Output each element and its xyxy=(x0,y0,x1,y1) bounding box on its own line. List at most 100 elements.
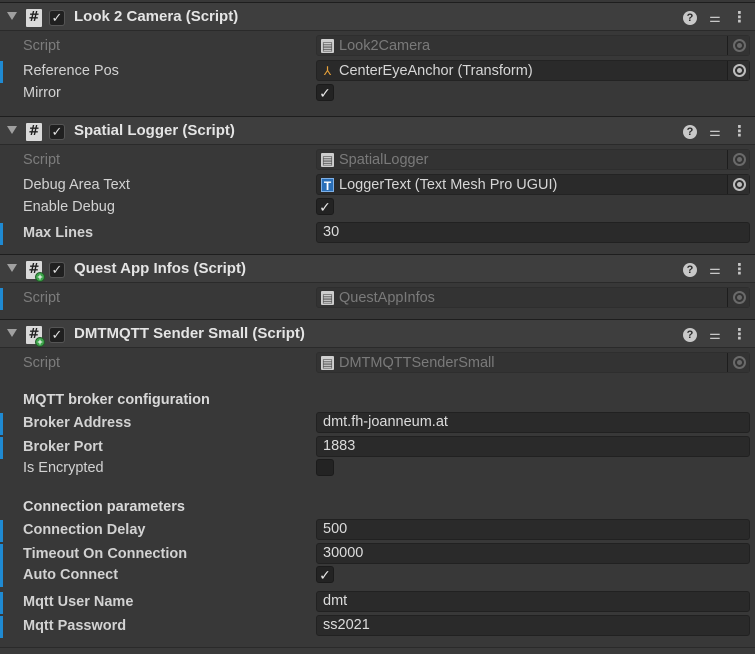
field-label: Reference Pos xyxy=(23,63,119,79)
script-icon: # xyxy=(26,123,42,141)
field-label: Broker Port xyxy=(23,439,103,455)
csharp-script-icon: ▤ xyxy=(321,291,334,305)
timeout-on-connection-input[interactable]: 30000 xyxy=(316,543,750,564)
field-row-enable-debug: Enable Debug ✓ xyxy=(0,196,755,218)
next-component-edge xyxy=(0,647,755,654)
csharp-script-icon: ▤ xyxy=(321,356,334,370)
modified-indicator xyxy=(0,544,3,566)
debug-area-text-field[interactable]: T LoggerText (Text Mesh Pro UGUI) xyxy=(316,174,750,195)
object-picker-icon[interactable] xyxy=(727,353,749,372)
mqtt-user-name-input[interactable]: dmt xyxy=(316,591,750,612)
component-title: DMTMQTT Sender Small (Script) xyxy=(74,325,305,342)
field-row-connection-delay: Connection Delay 500 xyxy=(0,519,755,542)
component-header-spatial-logger[interactable]: # ✓ Spatial Logger (Script) ? ⚌ ⋮ xyxy=(0,116,755,145)
object-picker-icon[interactable] xyxy=(727,288,749,307)
component-enabled-checkbox[interactable]: ✓ xyxy=(49,10,65,26)
foldout-arrow-icon[interactable] xyxy=(7,329,17,337)
field-row-max-lines: Max Lines 30 xyxy=(0,222,755,245)
mirror-checkbox[interactable]: ✓ xyxy=(316,84,334,101)
modified-indicator xyxy=(0,592,3,614)
object-picker-icon[interactable] xyxy=(727,36,749,55)
broker-address-input[interactable]: dmt.fh-joanneum.at xyxy=(316,412,750,433)
field-row-debug-area-text: Debug Area Text T LoggerText (Text Mesh … xyxy=(0,174,755,196)
field-label: Enable Debug xyxy=(23,199,115,215)
connection-delay-input[interactable]: 500 xyxy=(316,519,750,540)
field-row-auto-connect: Auto Connect ✓ xyxy=(0,564,755,587)
component-header-look2camera[interactable]: # ✓ Look 2 Camera (Script) ? ⚌ ⋮ xyxy=(0,2,755,31)
component-title: Spatial Logger (Script) xyxy=(74,122,235,139)
is-encrypted-checkbox[interactable] xyxy=(316,459,334,476)
modified-indicator xyxy=(0,565,3,587)
script-field[interactable]: ▤ QuestAppInfos xyxy=(316,287,750,308)
reference-pos-field[interactable]: ⅄ CenterEyeAnchor (Transform) xyxy=(316,60,750,81)
text-mesh-pro-icon: T xyxy=(321,178,334,193)
auto-connect-checkbox[interactable]: ✓ xyxy=(316,566,334,583)
modified-indicator xyxy=(0,437,3,459)
script-field[interactable]: ▤ SpatialLogger xyxy=(316,149,750,170)
preset-icon[interactable]: ⚌ xyxy=(708,125,722,139)
field-label: Broker Address xyxy=(23,415,132,431)
menu-icon[interactable]: ⋮ xyxy=(732,10,747,25)
foldout-arrow-icon[interactable] xyxy=(7,126,17,134)
modified-indicator xyxy=(0,616,3,638)
field-label: Mirror xyxy=(23,85,61,101)
field-label: Mqtt Password xyxy=(23,618,127,634)
help-icon[interactable]: ? xyxy=(683,328,697,342)
object-picker-icon[interactable] xyxy=(727,150,749,169)
csharp-script-icon: ▤ xyxy=(321,153,334,167)
foldout-arrow-icon[interactable] xyxy=(7,264,17,272)
field-row-timeout-on-connection: Timeout On Connection 30000 xyxy=(0,543,755,566)
component-title: Look 2 Camera (Script) xyxy=(74,8,239,25)
field-row-mqtt-user-name: Mqtt User Name dmt xyxy=(0,591,755,614)
field-row-mirror: Mirror ✓ xyxy=(0,82,755,104)
section-header-broker: MQTT broker configuration xyxy=(23,392,210,408)
field-label: Auto Connect xyxy=(23,567,119,583)
component-header-dmtmqtt-sender[interactable]: # + ✓ DMTMQTT Sender Small (Script) ? ⚌ ⋮ xyxy=(0,319,755,348)
help-icon[interactable]: ? xyxy=(683,11,697,25)
object-picker-icon[interactable] xyxy=(727,175,749,194)
script-label: Script xyxy=(23,355,61,371)
modified-indicator xyxy=(0,223,3,245)
field-label: Max Lines xyxy=(23,225,94,241)
max-lines-input[interactable]: 30 xyxy=(316,222,750,243)
script-row: Script ▤ Look2Camera xyxy=(0,35,755,57)
component-enabled-checkbox[interactable]: ✓ xyxy=(49,262,65,278)
menu-icon[interactable]: ⋮ xyxy=(732,262,747,277)
script-icon: # + xyxy=(26,326,45,347)
script-label: Script xyxy=(23,38,61,54)
menu-icon[interactable]: ⋮ xyxy=(732,327,747,342)
field-label: Is Encrypted xyxy=(23,460,104,476)
csharp-script-icon: ▤ xyxy=(321,39,334,53)
field-label: Connection Delay xyxy=(23,522,146,538)
field-row-is-encrypted: Is Encrypted xyxy=(0,457,755,479)
broker-port-input[interactable]: 1883 xyxy=(316,436,750,457)
mqtt-password-input[interactable]: ss2021 xyxy=(316,615,750,636)
help-icon[interactable]: ? xyxy=(683,263,697,277)
script-label: Script xyxy=(23,290,61,306)
modified-indicator xyxy=(0,520,3,542)
script-field[interactable]: ▤ Look2Camera xyxy=(316,35,750,56)
field-row-reference-pos: Reference Pos ⅄ CenterEyeAnchor (Transfo… xyxy=(0,60,755,83)
script-icon: # xyxy=(26,9,42,27)
component-enabled-checkbox[interactable]: ✓ xyxy=(49,124,65,140)
script-row: Script ▤ SpatialLogger xyxy=(0,149,755,171)
enable-debug-checkbox[interactable]: ✓ xyxy=(316,198,334,215)
menu-icon[interactable]: ⋮ xyxy=(732,124,747,139)
component-header-quest-app-infos[interactable]: # + ✓ Quest App Infos (Script) ? ⚌ ⋮ xyxy=(0,254,755,283)
script-field[interactable]: ▤ DMTMQTTSenderSmall xyxy=(316,352,750,373)
preset-icon[interactable]: ⚌ xyxy=(708,11,722,25)
preset-icon[interactable]: ⚌ xyxy=(708,328,722,342)
field-label: Timeout On Connection xyxy=(23,546,188,562)
component-enabled-checkbox[interactable]: ✓ xyxy=(49,327,65,343)
field-row-mqtt-password: Mqtt Password ss2021 xyxy=(0,615,755,638)
script-row: Script ▤ QuestAppInfos xyxy=(0,287,755,310)
preset-icon[interactable]: ⚌ xyxy=(708,263,722,277)
help-icon[interactable]: ? xyxy=(683,125,697,139)
field-row-broker-address: Broker Address dmt.fh-joanneum.at xyxy=(0,412,755,435)
script-icon: # + xyxy=(26,261,45,282)
field-label: Mqtt User Name xyxy=(23,594,134,610)
object-picker-icon[interactable] xyxy=(727,61,749,80)
foldout-arrow-icon[interactable] xyxy=(7,12,17,20)
script-label: Script xyxy=(23,152,61,168)
modified-indicator xyxy=(0,288,3,310)
